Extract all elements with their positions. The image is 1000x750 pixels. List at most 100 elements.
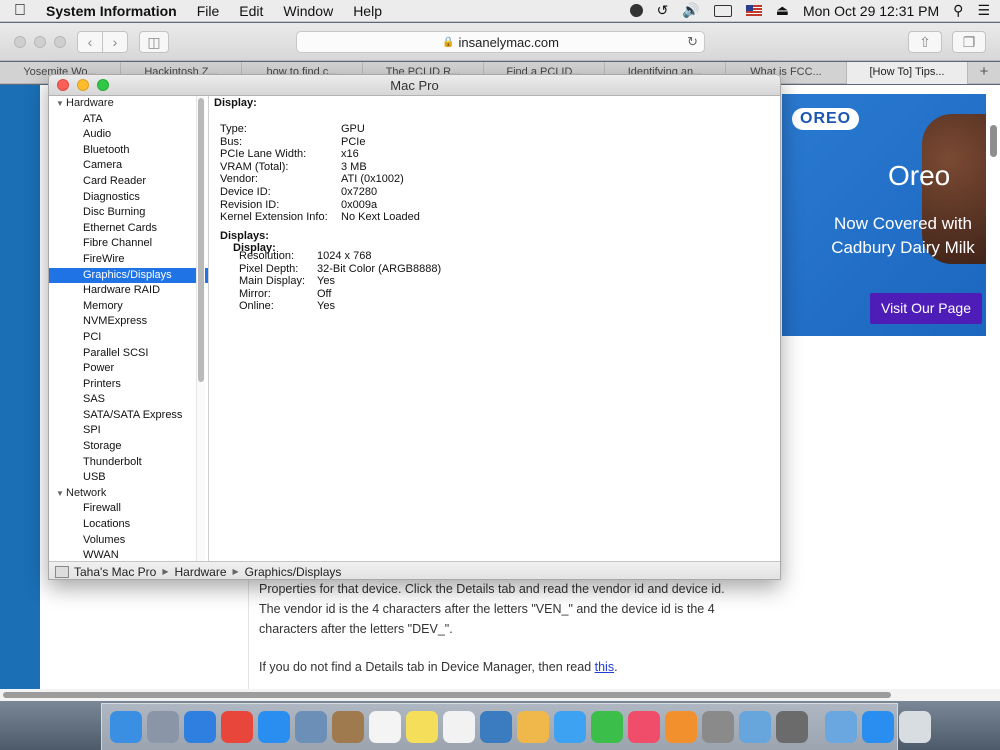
volume-icon[interactable]: 🔊	[682, 2, 699, 19]
sidebar-item-wwan[interactable]: WWAN	[49, 548, 208, 561]
minimize-button[interactable]	[77, 79, 89, 91]
notification-center-icon[interactable]: ☰	[977, 2, 990, 19]
sidebar-item-diagnostics[interactable]: Diagnostics	[49, 190, 208, 206]
sidebar-item-power[interactable]: Power	[49, 361, 208, 377]
app-menu[interactable]: System Information	[40, 3, 187, 19]
sidebar-item-storage[interactable]: Storage	[49, 439, 208, 455]
ibooks-icon[interactable]	[664, 711, 697, 743]
time-machine-icon[interactable]: ↺	[657, 2, 669, 19]
itunes-icon[interactable]	[627, 711, 660, 743]
tabs-overview-button[interactable]: ❐	[952, 31, 986, 53]
new-tab-button[interactable]: +	[968, 62, 1000, 83]
sidebar-item-camera[interactable]: Camera	[49, 158, 208, 174]
reload-icon[interactable]: ↻	[687, 34, 698, 50]
siri-icon[interactable]	[629, 4, 643, 17]
path-computer[interactable]: Taha's Mac Pro	[74, 565, 156, 579]
sidebar-group-hardware[interactable]: ▼ Hardware	[49, 96, 208, 112]
photos-icon[interactable]	[516, 711, 549, 743]
sidebar-item-locations[interactable]: Locations	[49, 517, 208, 533]
sidebar-item-disc-burning[interactable]: Disc Burning	[49, 205, 208, 221]
eject-icon[interactable]: ⏏	[776, 2, 789, 19]
scrollbar-thumb[interactable]	[3, 692, 891, 698]
menu-file[interactable]: File	[187, 3, 230, 19]
sidebar-item-ata[interactable]: ATA	[49, 112, 208, 128]
menu-window[interactable]: Window	[273, 3, 343, 19]
messages-icon[interactable]	[553, 711, 586, 743]
sidebar-item-sas[interactable]: SAS	[49, 392, 208, 408]
airplay-icon[interactable]	[713, 4, 732, 17]
sidebar-item-hardware-raid[interactable]: Hardware RAID	[49, 283, 208, 299]
status-area: ↺ 🔊 ⏏ Mon Oct 29 12:31 PM ⚲ ☰	[616, 2, 1000, 19]
zoom-button[interactable]	[97, 79, 109, 91]
photo-booth-icon[interactable]	[479, 711, 512, 743]
sidebar-item-volumes[interactable]: Volumes	[49, 533, 208, 549]
trash-icon[interactable]	[898, 711, 931, 743]
sidebar-toggle-button[interactable]: ◫	[139, 31, 169, 53]
sidebar-item-bluetooth[interactable]: Bluetooth	[49, 143, 208, 159]
share-button[interactable]: ⇧	[908, 31, 942, 53]
sidebar-item-thunderbolt[interactable]: Thunderbolt	[49, 455, 208, 471]
disclosure-triangle-icon[interactable]: ▼	[56, 96, 66, 112]
sidebar-item-ethernet-cards[interactable]: Ethernet Cards	[49, 221, 208, 237]
browser-zoom-button[interactable]	[54, 36, 66, 48]
sidebar-item-spi[interactable]: SPI	[49, 423, 208, 439]
path-graphics-displays[interactable]: Graphics/Displays	[245, 565, 342, 579]
system-preferences-icon[interactable]	[701, 711, 734, 743]
sidebar-scrollbar[interactable]	[196, 96, 205, 561]
page-horizontal-scrollbar[interactable]	[0, 689, 1000, 701]
sidebar-item-firewire[interactable]: FireWire	[49, 252, 208, 268]
window-title-bar[interactable]: Mac Pro	[49, 75, 780, 96]
sidebar-list[interactable]: ▼ Hardware ATA Audio Bluetooth Camera Card Rea…	[49, 96, 208, 561]
browser-minimize-button[interactable]	[34, 36, 46, 48]
sidebar-item-memory[interactable]: Memory	[49, 299, 208, 315]
sidebar-item-printers[interactable]: Printers	[49, 377, 208, 393]
sidebar-scrollbar-thumb[interactable]	[198, 98, 204, 382]
path-hardware[interactable]: Hardware	[174, 565, 226, 579]
chrome-icon[interactable]	[220, 711, 253, 743]
browser-close-button[interactable]	[14, 36, 26, 48]
back-button[interactable]: ‹	[77, 31, 103, 53]
sidebar-group-network[interactable]: ▼ Network	[49, 486, 208, 502]
sidebar-item-audio[interactable]: Audio	[49, 127, 208, 143]
page-vertical-scrollbar[interactable]	[990, 125, 997, 157]
input-source-flag-icon[interactable]	[745, 5, 762, 16]
visit-our-page-button[interactable]: Visit Our Page	[870, 293, 982, 324]
app-store-2-icon[interactable]	[738, 711, 771, 743]
facetime-icon[interactable]	[590, 711, 623, 743]
sidebar-item-firewall[interactable]: Firewall	[49, 501, 208, 517]
sidebar-item-fibre-channel[interactable]: Fibre Channel	[49, 236, 208, 252]
launchpad-icon[interactable]	[146, 711, 179, 743]
sidebar-item-card-reader[interactable]: Card Reader	[49, 174, 208, 190]
sidebar-item-sata-sata-express[interactable]: SATA/SATA Express	[49, 408, 208, 424]
apps-folder-icon[interactable]	[861, 711, 894, 743]
finder-icon[interactable]	[109, 711, 142, 743]
sidebar-item-graphics-displays[interactable]: Graphics/Displays	[49, 267, 208, 284]
menu-edit[interactable]: Edit	[229, 3, 273, 19]
downloads-icon[interactable]	[824, 711, 857, 743]
terminal-icon[interactable]	[775, 711, 808, 743]
calendar-icon[interactable]	[368, 711, 401, 743]
dock	[101, 703, 931, 750]
disclosure-triangle-icon[interactable]: ▼	[56, 486, 66, 502]
apple-menu-icon[interactable]: 	[0, 2, 40, 20]
sidebar-item-parallel-scsi[interactable]: Parallel SCSI	[49, 346, 208, 362]
notes-icon[interactable]	[405, 711, 438, 743]
reminders-icon[interactable]	[442, 711, 475, 743]
close-button[interactable]	[57, 79, 69, 91]
spotlight-search-icon[interactable]: ⚲	[953, 2, 963, 19]
contacts-icon[interactable]	[331, 711, 364, 743]
clock[interactable]: Mon Oct 29 12:31 PM	[803, 3, 939, 19]
tab-active[interactable]: [How To] Tips...	[847, 62, 968, 84]
oreo-ad-banner[interactable]: OREO Oreo Now Covered with Cadbury Dairy…	[782, 94, 986, 336]
sidebar-item-pci[interactable]: PCI	[49, 330, 208, 346]
this-link[interactable]: this	[595, 660, 614, 674]
menu-help[interactable]: Help	[343, 3, 392, 19]
app-store-icon[interactable]	[257, 711, 290, 743]
sidebar-item-nvmexpress[interactable]: NVMExpress	[49, 314, 208, 330]
property-key: Kernel Extension Info:	[220, 211, 328, 224]
safari-icon[interactable]	[183, 711, 216, 743]
sidebar-item-usb[interactable]: USB	[49, 470, 208, 486]
address-bar[interactable]: 🔒 insanelymac.com ↻	[296, 31, 705, 53]
preview-icon[interactable]	[294, 711, 327, 743]
forward-button[interactable]: ›	[102, 31, 128, 53]
